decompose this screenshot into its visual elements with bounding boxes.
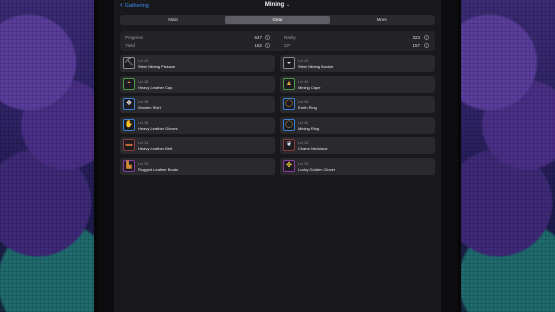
stat-rarity: Rarity 323 i (284, 35, 434, 40)
gear-name: Heavy Leather Cap (138, 84, 173, 90)
gear-level: Lvl. 40 (298, 79, 309, 84)
gear-name: Steel Mining Pickaxe (138, 64, 176, 69)
gear-name: Mining Ring (298, 125, 320, 131)
bucket-icon: ◒ (283, 57, 295, 69)
app-screen: ‹ Gathering Mining ⌄ Main Gear More Prog… (114, 0, 441, 312)
page-title[interactable]: Mining ⌄ (114, 2, 441, 8)
gloves-icon: ✋ (123, 118, 135, 131)
gear-name: Charm Necklace (298, 146, 328, 151)
background-art-right (461, 0, 555, 312)
shirt-icon: ❖ (123, 98, 135, 110)
stat-value: 323 (412, 35, 420, 40)
gear-level: Lvl. 30 (298, 161, 309, 166)
gear-name: Steel Mining Bucket (298, 64, 334, 69)
gear-name: Heavy Leather Belt (138, 146, 173, 151)
boots-icon: ▙ (123, 159, 135, 172)
gear-item[interactable]: ⛏ Lvl. 40 Steel Mining Pickaxe (120, 55, 275, 72)
tab-gear[interactable]: Gear (225, 16, 330, 24)
gear-item[interactable]: ✋ Lvl. 38 Heavy Leather Gloves (120, 116, 275, 134)
gear-item[interactable]: ❖ Lvl. 38 Woolen Shirt (120, 96, 275, 113)
chevron-down-icon: ⌄ (285, 2, 291, 8)
info-icon[interactable]: i (265, 43, 270, 48)
stat-cp: CP 157 i (284, 43, 434, 48)
gear-item[interactable]: ◯ Lvl. 40 Earth Ring (280, 96, 435, 113)
stat-label: Yield (125, 43, 135, 48)
gear-level: Lvl. 38 (138, 79, 149, 84)
gear-level: Lvl. 30 (298, 141, 309, 145)
gear-item[interactable]: ✤ Lvl. 30 Lucky Golden Clover (280, 157, 435, 175)
clover-icon: ✤ (283, 159, 295, 172)
segmented-control: Main Gear More (120, 15, 435, 25)
gear-item[interactable]: ◓ Lvl. 38 Heavy Leather Cap (120, 75, 275, 93)
gear-level: Lvl. 40 (298, 59, 309, 63)
gear-level: Lvl. 40 (298, 100, 309, 104)
navigation-bar: ‹ Gathering Mining ⌄ (114, 0, 441, 14)
gear-name: Rugged Leather Boots (138, 166, 179, 172)
gear-item[interactable]: ❦ Lvl. 30 Charm Necklace (280, 137, 435, 154)
gear-name: Woolen Shirt (138, 105, 161, 110)
gear-name: Heavy Leather Gloves (138, 125, 178, 131)
stat-progress: Progress 647 i (125, 35, 275, 40)
stat-value: 162 (254, 43, 262, 48)
gear-level: Lvl. 38 (138, 120, 149, 125)
ring-icon: ◯ (283, 118, 295, 131)
background-art-left (0, 0, 94, 312)
gear-item[interactable]: ▲ Lvl. 40 Mining Cape (280, 75, 435, 93)
necklace-icon: ❦ (283, 139, 295, 151)
gear-name: Lucky Golden Clover (298, 166, 336, 172)
gear-level: Lvl. 40 (298, 120, 309, 125)
gear-level: Lvl. 40 (138, 59, 149, 63)
gear-item[interactable]: ▬ Lvl. 34 Heavy Leather Belt (120, 137, 275, 154)
stats-panel: Progress 647 i Rarity 323 i Yield 162 i … (120, 31, 435, 51)
info-icon[interactable]: i (424, 35, 429, 40)
gear-name: Mining Cape (298, 84, 321, 90)
stat-value: 157 (412, 43, 420, 48)
gear-name: Earth Ring (298, 105, 317, 110)
pickaxe-icon: ⛏ (123, 57, 135, 69)
gear-item[interactable]: ▙ Lvl. 30 Rugged Leather Boots (120, 157, 275, 175)
page-title-label: Mining (264, 2, 285, 8)
gear-item[interactable]: ◒ Lvl. 40 Steel Mining Bucket (280, 55, 435, 72)
tab-more[interactable]: More (330, 16, 434, 24)
stat-yield: Yield 162 i (125, 43, 275, 48)
ring-icon: ◯ (283, 98, 295, 110)
gear-level: Lvl. 38 (138, 100, 149, 104)
tab-main[interactable]: Main (121, 16, 225, 24)
stat-value: 647 (254, 35, 262, 40)
info-icon[interactable]: i (265, 35, 270, 40)
stat-label: Rarity (284, 35, 296, 40)
cape-icon: ▲ (283, 77, 295, 90)
belt-icon: ▬ (123, 139, 135, 151)
stat-label: Progress (125, 35, 144, 40)
cap-icon: ◓ (123, 77, 135, 90)
gear-item[interactable]: ◯ Lvl. 40 Mining Ring (280, 116, 435, 134)
gear-level: Lvl. 34 (138, 141, 149, 145)
info-icon[interactable]: i (424, 43, 429, 48)
gear-level: Lvl. 30 (138, 161, 149, 166)
stat-label: CP (284, 43, 291, 48)
device-frame: ‹ Gathering Mining ⌄ Main Gear More Prog… (94, 0, 461, 312)
